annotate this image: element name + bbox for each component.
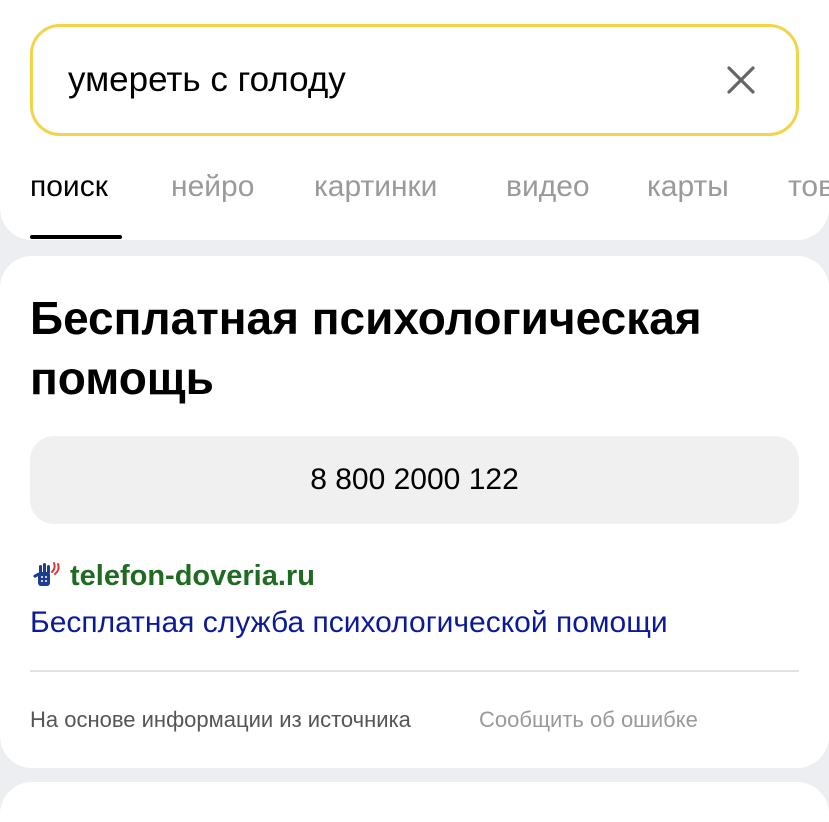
result-link[interactable]: Бесплатная служба психологической помощи <box>30 603 668 643</box>
active-tab-indicator <box>30 235 122 239</box>
tab-video[interactable]: видео <box>506 166 590 208</box>
source-domain-link[interactable]: telefon-doveria.ru <box>70 560 315 593</box>
report-error-link[interactable]: Сообщить об ошибке <box>479 706 698 734</box>
close-icon <box>727 66 755 94</box>
source-note: На основе информации из источника <box>30 707 411 732</box>
hands-icon <box>33 562 60 586</box>
tab-maps[interactable]: карты <box>647 166 729 208</box>
result-title: Бесплатная психологическая помощь <box>30 292 702 404</box>
tab-search[interactable]: поиск <box>30 166 108 208</box>
search-box[interactable] <box>30 24 799 136</box>
source-row: telefon-doveria.ru <box>30 556 315 596</box>
phone-button[interactable]: 8 800 2000 122 <box>30 436 799 524</box>
header-card: поиск нейро картинки видео карты тов <box>0 0 829 240</box>
tab-goods[interactable]: тов <box>788 166 829 208</box>
clear-search-button[interactable] <box>725 64 757 96</box>
next-result-card <box>0 782 829 822</box>
tab-neuro[interactable]: нейро <box>171 166 254 208</box>
search-tabs: поиск нейро картинки видео карты тов <box>0 166 829 240</box>
search-input[interactable] <box>68 57 668 103</box>
help-result-card: Бесплатная психологическая помощь 8 800 … <box>0 256 829 768</box>
tab-images[interactable]: картинки <box>314 166 437 208</box>
divider <box>30 670 799 672</box>
